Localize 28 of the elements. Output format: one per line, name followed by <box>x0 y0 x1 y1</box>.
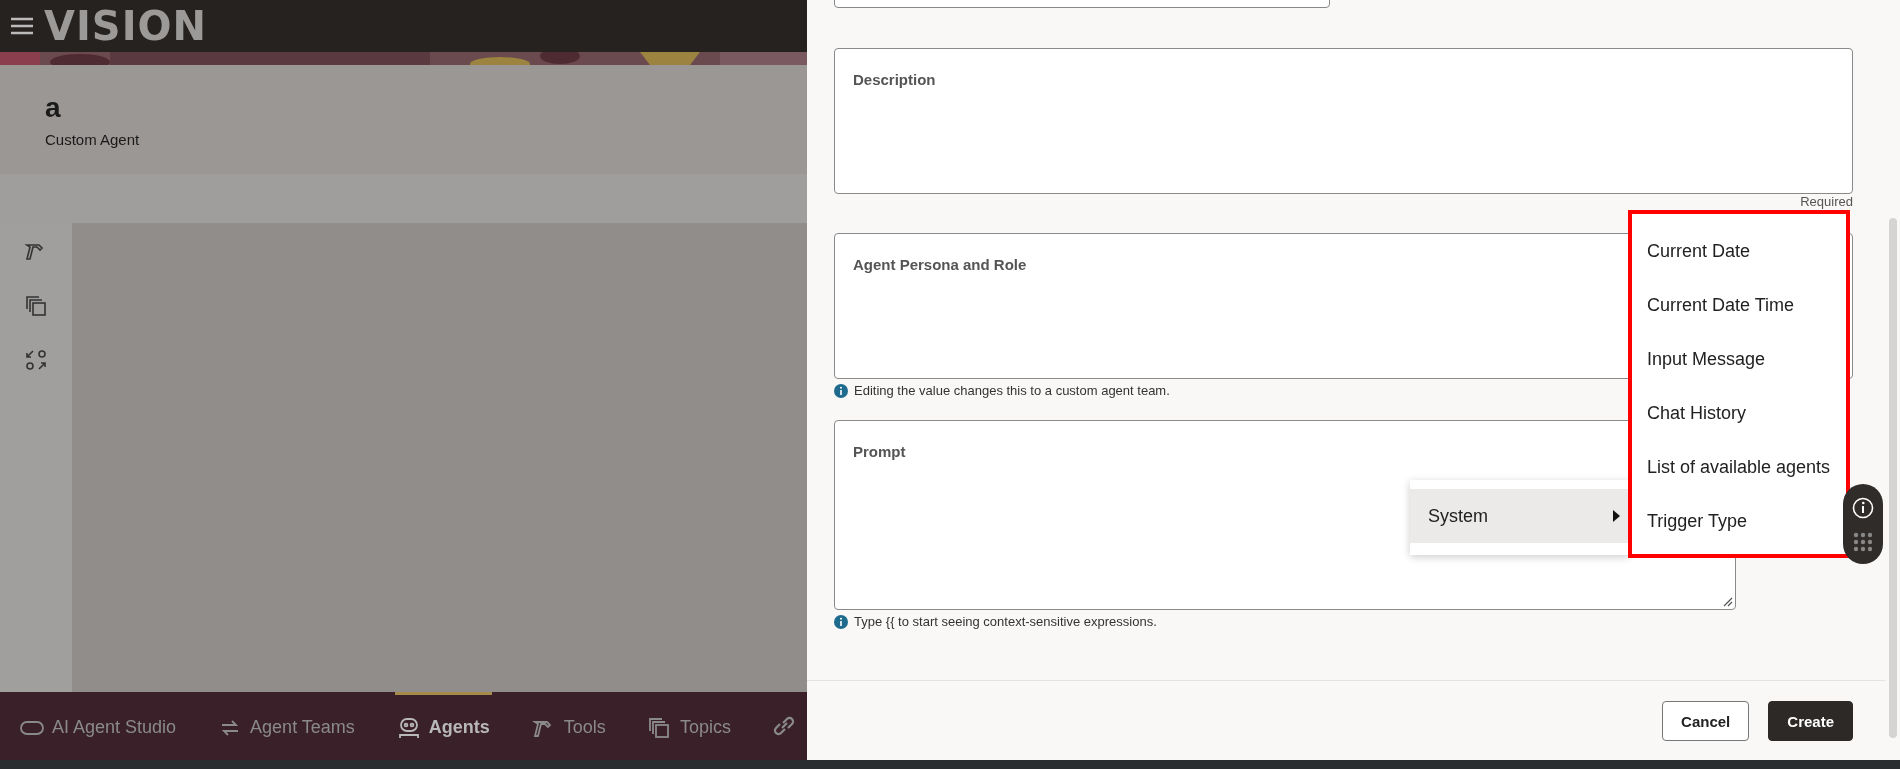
page-title: a <box>45 93 62 123</box>
help-text: Type {{ to start seeing context-sensitive expressions. <box>854 614 1157 629</box>
cancel-button[interactable]: Cancel <box>1662 701 1750 741</box>
text-area[interactable]: Description <box>834 48 1853 194</box>
nav-tab[interactable]: Topics <box>645 692 733 760</box>
nav-tab[interactable]: AI Agent Studio <box>18 692 179 760</box>
create-button[interactable]: Create <box>1768 701 1853 741</box>
help-widget[interactable] <box>1843 484 1883 564</box>
nav-tab[interactable]: Tools <box>529 692 608 760</box>
info-icon <box>834 614 848 629</box>
copy-icon[interactable] <box>24 294 48 318</box>
menu-item[interactable]: Current Date Time <box>1632 278 1846 332</box>
menu-icon[interactable] <box>10 17 34 35</box>
page-subtitle: Custom Agent <box>45 131 141 148</box>
info-icon <box>834 383 848 398</box>
robot-icon <box>396 716 421 739</box>
help-text: Editing the value changes this to a custom agent team. <box>854 383 1170 398</box>
menu-item[interactable]: System <box>1410 489 1630 543</box>
grid-icon <box>1853 531 1873 552</box>
nav-tab[interactable]: Agent Teams <box>216 692 357 760</box>
scrollbar-thumb[interactable] <box>1889 218 1897 738</box>
copy-icon <box>647 716 672 739</box>
info-icon <box>1852 496 1874 519</box>
settings-arrows-icon[interactable] <box>24 348 48 372</box>
caret-icon <box>1613 510 1620 522</box>
resize-handle-icon[interactable] <box>1723 597 1733 607</box>
required-note: Required <box>1799 194 1853 209</box>
logo: VISION <box>44 2 207 51</box>
